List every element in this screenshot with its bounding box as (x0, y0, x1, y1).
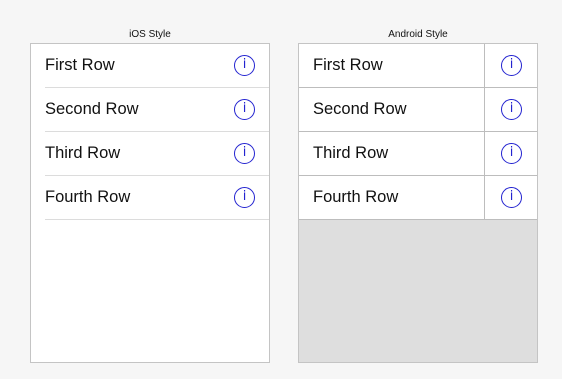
row-divider (484, 88, 485, 131)
row-label: Fourth Row (313, 188, 399, 206)
info-icon[interactable]: i (501, 55, 522, 76)
row-divider (484, 44, 485, 87)
info-icon[interactable]: i (234, 99, 255, 120)
row-label: Third Row (313, 144, 389, 162)
android-list-row-first[interactable]: First Row i (299, 44, 537, 88)
row-divider (484, 132, 485, 175)
ios-list-panel: First Row i Second Row i Third Row i Fou… (30, 43, 270, 363)
ios-style-caption: iOS Style (129, 29, 171, 40)
android-list-row-fourth[interactable]: Fourth Row i (299, 176, 537, 220)
row-divider (484, 176, 485, 219)
android-list-panel: First Row i Second Row i Third Row i Fou… (298, 43, 538, 363)
android-list-row-third[interactable]: Third Row i (299, 132, 537, 176)
ios-list-row-third[interactable]: Third Row i (45, 132, 269, 176)
info-icon[interactable]: i (501, 99, 522, 120)
info-icon[interactable]: i (234, 55, 255, 76)
android-style-caption: Android Style (388, 29, 448, 40)
row-label: First Row (313, 56, 383, 74)
row-label: Third Row (45, 144, 121, 162)
ios-list-row-first[interactable]: First Row i (45, 44, 269, 88)
info-icon[interactable]: i (501, 143, 522, 164)
ios-list-row-fourth[interactable]: Fourth Row i (45, 176, 269, 220)
info-icon[interactable]: i (234, 143, 255, 164)
info-icon[interactable]: i (501, 187, 522, 208)
info-icon[interactable]: i (234, 187, 255, 208)
row-label: Fourth Row (45, 188, 131, 206)
ios-list-row-second[interactable]: Second Row i (45, 88, 269, 132)
row-label: Second Row (313, 100, 407, 118)
row-label: Second Row (45, 100, 139, 118)
android-list-row-second[interactable]: Second Row i (299, 88, 537, 132)
row-label: First Row (45, 56, 115, 74)
